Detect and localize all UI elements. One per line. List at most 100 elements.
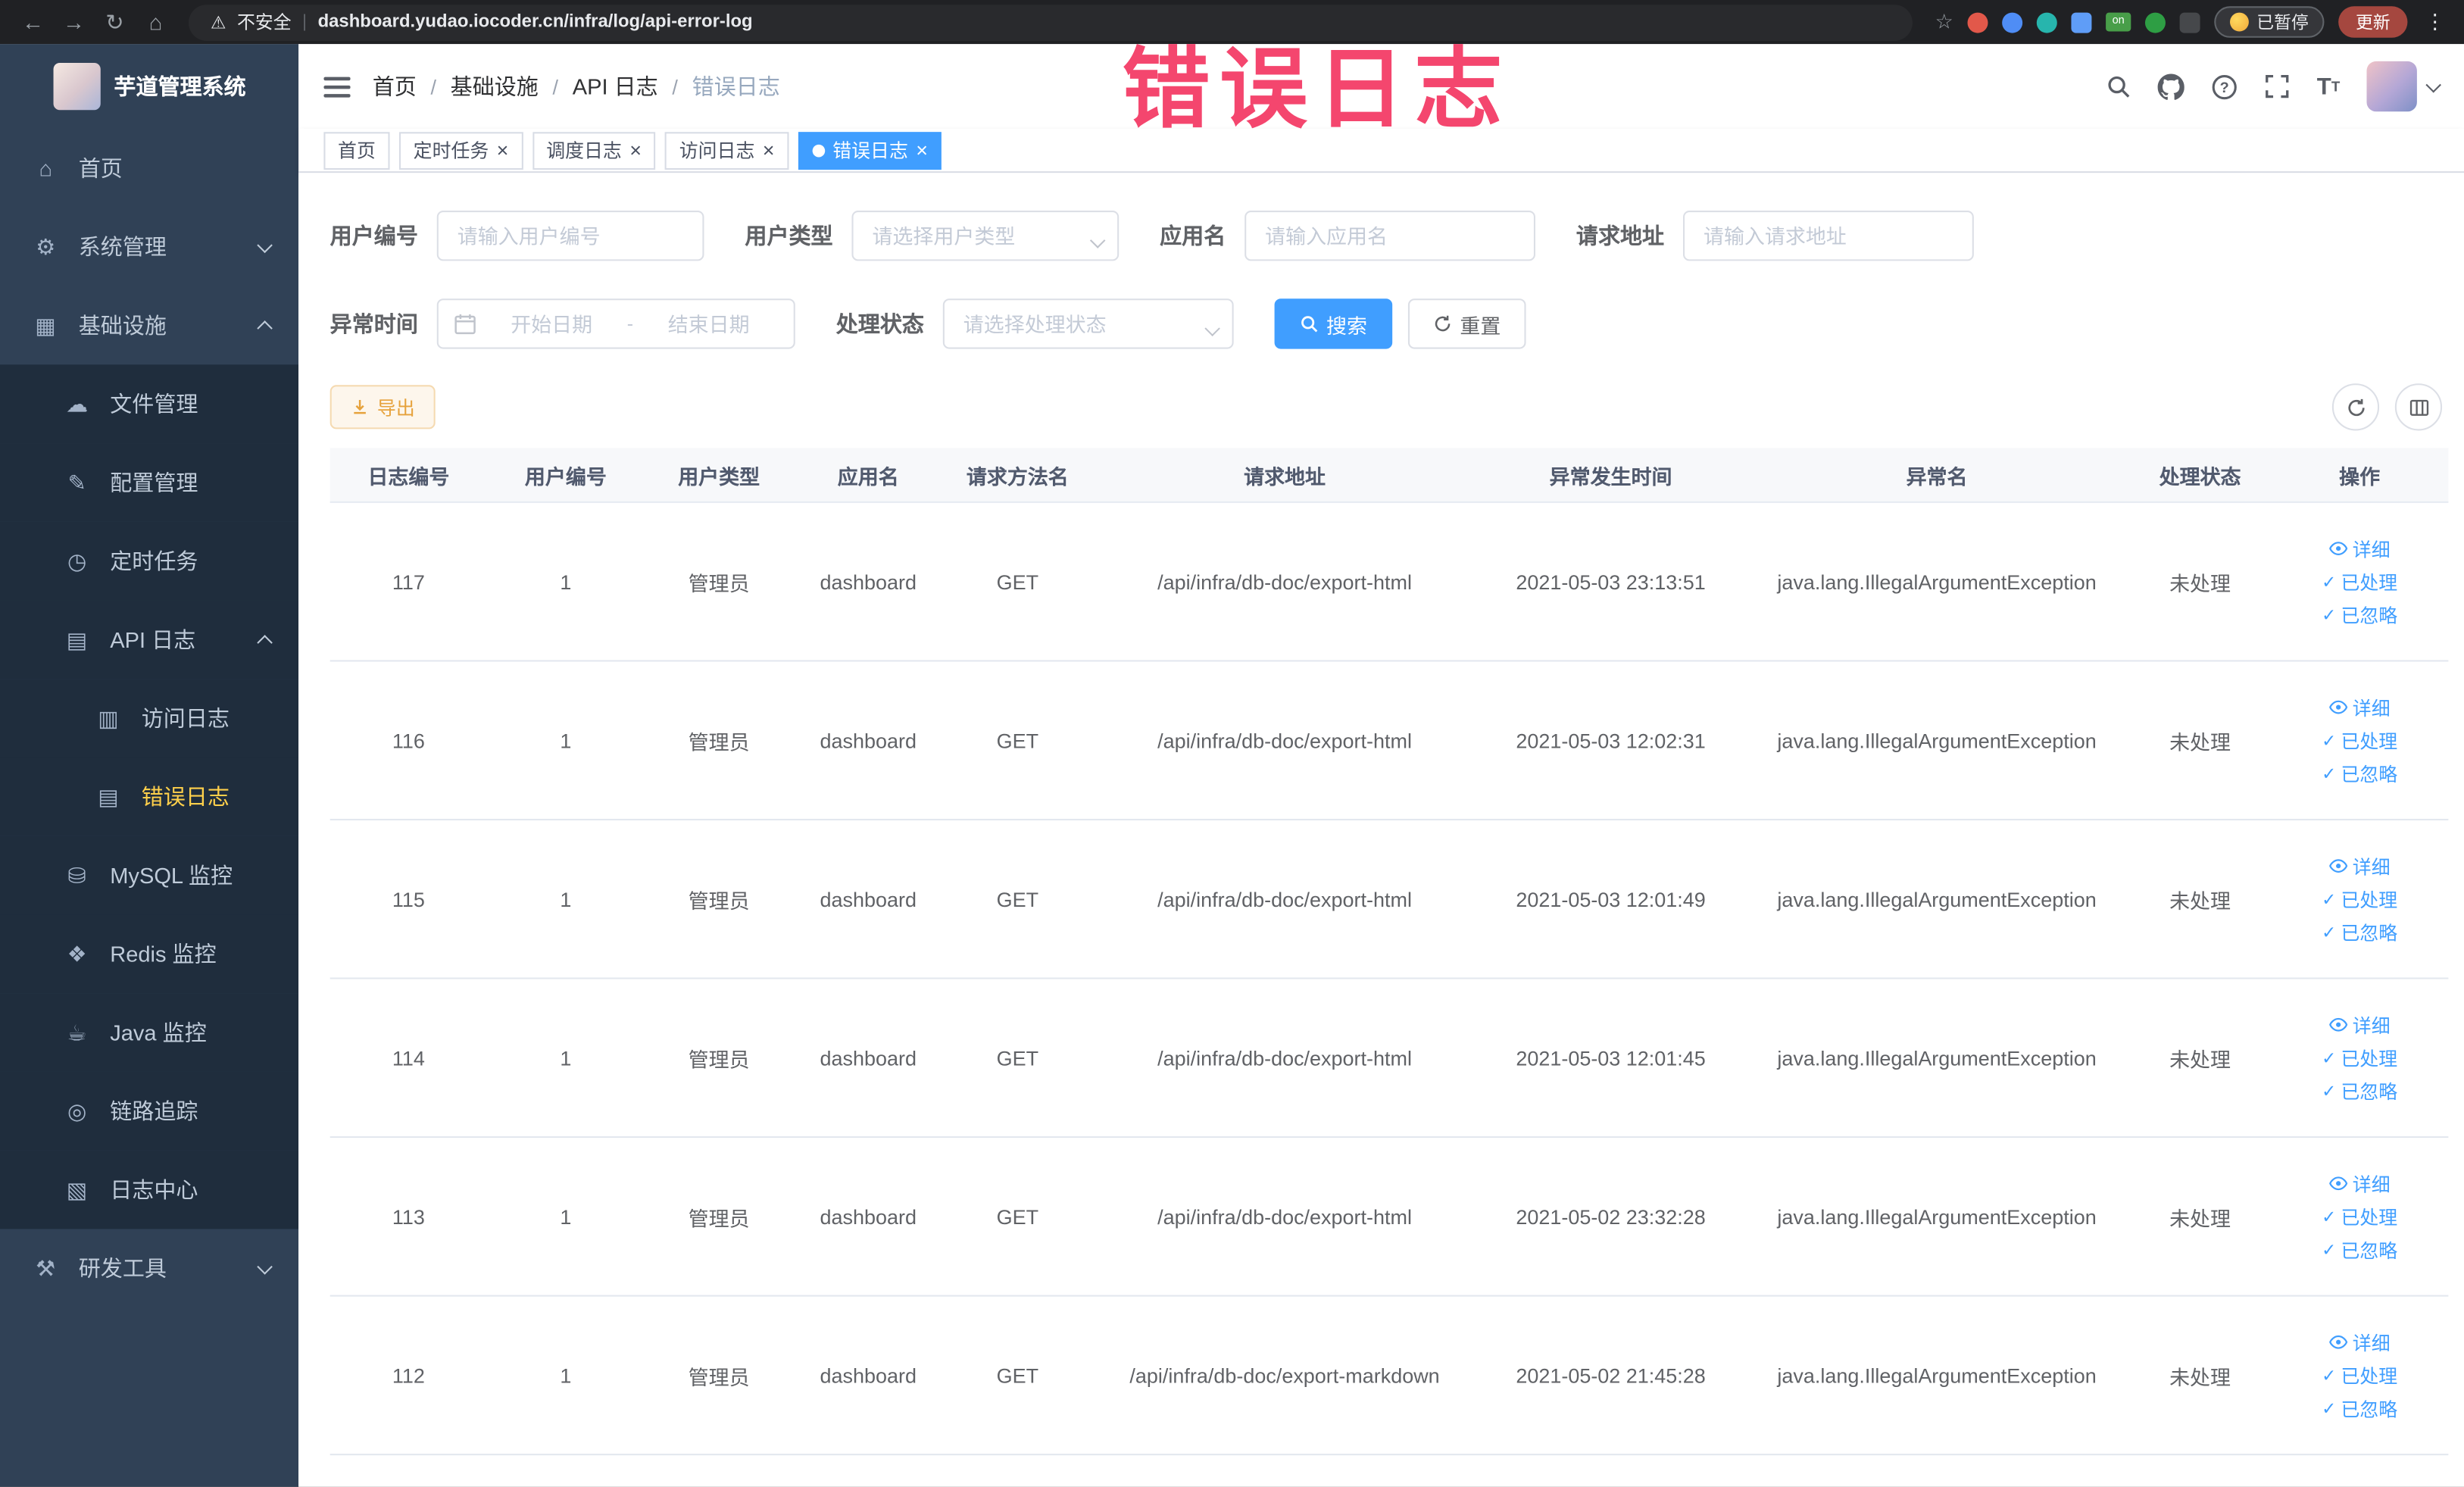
range-separator: - <box>626 312 634 335</box>
back-icon[interactable]: ← <box>16 0 51 44</box>
cell-exception: java.lang.IllegalArgumentException <box>1777 1045 2097 1070</box>
user-id-input[interactable] <box>436 211 704 261</box>
app-logo[interactable]: 芋道管理系统 <box>0 44 298 129</box>
sidebar-item-trace[interactable]: ◎ 链路追踪 <box>0 1071 299 1151</box>
ignored-link[interactable]: ✓ 已忽略 <box>2322 760 2397 786</box>
processed-link[interactable]: ✓ 已处理 <box>2322 727 2397 754</box>
extension-icon[interactable] <box>2036 11 2057 33</box>
end-date-input[interactable] <box>639 311 778 336</box>
close-icon[interactable]: × <box>497 140 509 161</box>
processed-link[interactable]: ✓ 已处理 <box>2322 1362 2397 1389</box>
breadcrumb-item[interactable]: 基础设施 <box>451 70 539 102</box>
extension-icon[interactable] <box>2179 11 2200 33</box>
processed-link[interactable]: ✓ 已处理 <box>2322 886 2397 912</box>
export-button[interactable]: 导出 <box>329 385 436 430</box>
extension-icon[interactable] <box>1967 11 1988 33</box>
sidebar-item-system[interactable]: ⚙ 系统管理 <box>0 208 298 286</box>
error-log-table: 日志编号 用户编号 用户类型 应用名 请求方法名 请求地址 异常发生时间 异常名 处理状态 操作 … <box>329 448 2449 1456</box>
sidebar-item-dev-tools[interactable]: ⚒ 研发工具 <box>0 1229 298 1307</box>
request-url-input[interactable] <box>1683 211 1974 261</box>
column-header: 异常名 <box>1906 464 1968 489</box>
filter-label: 异常时间 <box>329 311 418 336</box>
address-bar[interactable]: ⚠ 不安全 | dashboard.yudao.iocoder.cn/infra… <box>188 4 1913 40</box>
sidebar-item-access-log[interactable]: ▥ 访问日志 <box>0 679 299 758</box>
user-avatar-menu[interactable] <box>2366 61 2441 112</box>
extension-icon[interactable] <box>2002 11 2023 33</box>
search-icon[interactable] <box>2106 74 2131 99</box>
tab-首页[interactable]: 首页 <box>323 131 390 170</box>
help-icon[interactable]: ? <box>2212 73 2238 99</box>
detail-link[interactable]: 详细 <box>2329 535 2391 561</box>
processed-link[interactable]: ✓ 已处理 <box>2322 1045 2397 1071</box>
sidebar-item-redis[interactable]: ❖ Redis 监控 <box>0 914 299 994</box>
extension-icon[interactable] <box>2144 11 2166 33</box>
processed-link[interactable]: ✓ 已处理 <box>2322 1203 2397 1229</box>
reload-icon[interactable]: ↻ <box>98 0 133 44</box>
app-name-input[interactable] <box>1244 211 1535 261</box>
date-range-picker[interactable]: - <box>436 298 795 349</box>
close-icon[interactable]: × <box>763 140 775 161</box>
user-type-select-input[interactable] <box>851 211 1120 261</box>
search-button[interactable]: 搜索 <box>1274 298 1393 349</box>
browser-home-icon[interactable]: ⌂ <box>139 0 173 44</box>
tab-访问日志[interactable]: 访问日志 × <box>665 131 789 170</box>
update-button[interactable]: 更新 <box>2338 6 2408 38</box>
ignored-link[interactable]: ✓ 已忽略 <box>2322 919 2397 945</box>
refresh-button[interactable] <box>2331 383 2380 431</box>
processed-link[interactable]: ✓ 已处理 <box>2322 568 2397 595</box>
tab-调度日志[interactable]: 调度日志 × <box>532 131 656 170</box>
action-label: 已忽略 <box>2341 1239 2398 1261</box>
ignored-link[interactable]: ✓ 已忽略 <box>2322 1077 2397 1104</box>
close-icon[interactable]: × <box>629 140 642 161</box>
cell-url: /api/infra/db-doc/export-html <box>1157 728 1412 752</box>
ignored-link[interactable]: ✓ 已忽略 <box>2322 601 2397 628</box>
tab-定时任务[interactable]: 定时任务 × <box>399 131 523 170</box>
eye-icon <box>2329 857 2348 876</box>
forward-icon[interactable]: → <box>57 0 92 44</box>
check-icon: ✓ <box>2322 1048 2337 1068</box>
ignored-link[interactable]: ✓ 已忽略 <box>2322 1395 2397 1421</box>
sidebar-item-java[interactable]: ☕ Java 监控 <box>0 993 299 1072</box>
sidebar-item-infra[interactable]: ▦ 基础设施 <box>0 286 298 365</box>
reset-button[interactable]: 重置 <box>1407 298 1526 349</box>
user-type-select[interactable] <box>851 211 1120 261</box>
sidebar-item-config[interactable]: ✎ 配置管理 <box>0 443 299 522</box>
detail-link[interactable]: 详细 <box>2329 1011 2391 1038</box>
cell-status: 未处理 <box>2169 1047 2231 1071</box>
fullscreen-icon[interactable] <box>2265 74 2290 99</box>
process-status-select[interactable] <box>942 298 1234 349</box>
ignored-link[interactable]: ✓ 已忽略 <box>2322 1236 2397 1263</box>
tab-label: 错误日志 <box>832 139 908 162</box>
extension-icon[interactable]: on <box>2106 12 2131 32</box>
detail-link[interactable]: 详细 <box>2329 1170 2391 1197</box>
close-icon[interactable]: × <box>916 140 928 161</box>
detail-link[interactable]: 详细 <box>2329 853 2391 879</box>
extension-icon[interactable] <box>2071 11 2092 33</box>
tab-错误日志[interactable]: 错误日志 × <box>798 131 942 170</box>
sidebar-item-error-log[interactable]: ▤ 错误日志 <box>0 758 299 836</box>
sidebar-item-mysql[interactable]: ⛁ MySQL 监控 <box>0 836 299 915</box>
github-icon[interactable] <box>2158 73 2185 99</box>
sidebar-item-home[interactable]: ⌂ 首页 <box>0 129 298 208</box>
hamburger-icon[interactable] <box>323 75 351 98</box>
breadcrumb-item[interactable]: API 日志 <box>573 70 658 102</box>
sidebar-item-log-center[interactable]: ▧ 日志中心 <box>0 1150 299 1229</box>
column-settings-button[interactable] <box>2394 383 2443 431</box>
sidebar-item-api-log[interactable]: ▤ API 日志 <box>0 600 299 679</box>
sidebar-item-job[interactable]: ◷ 定时任务 <box>0 521 299 601</box>
paused-badge[interactable]: 已暂停 <box>2214 6 2325 38</box>
cell-status: 未处理 <box>2169 889 2231 913</box>
cell-id: 117 <box>392 570 425 594</box>
breadcrumb-item[interactable]: 首页 <box>373 70 417 102</box>
font-size-icon[interactable]: TT <box>2317 75 2340 98</box>
browser-menu-icon[interactable]: ⋮ <box>2422 9 2448 34</box>
filter-label: 请求地址 <box>1576 223 1665 248</box>
detail-link[interactable]: 详细 <box>2329 694 2391 720</box>
reset-button-label: 重置 <box>1460 313 1501 338</box>
action-label: 已忽略 <box>2341 604 2398 626</box>
process-status-select-input[interactable] <box>942 298 1234 349</box>
bookmark-star-icon[interactable]: ☆ <box>1935 9 1953 34</box>
start-date-input[interactable] <box>482 311 621 336</box>
detail-link[interactable]: 详细 <box>2329 1329 2391 1355</box>
sidebar-item-file[interactable]: ☁ 文件管理 <box>0 364 299 444</box>
